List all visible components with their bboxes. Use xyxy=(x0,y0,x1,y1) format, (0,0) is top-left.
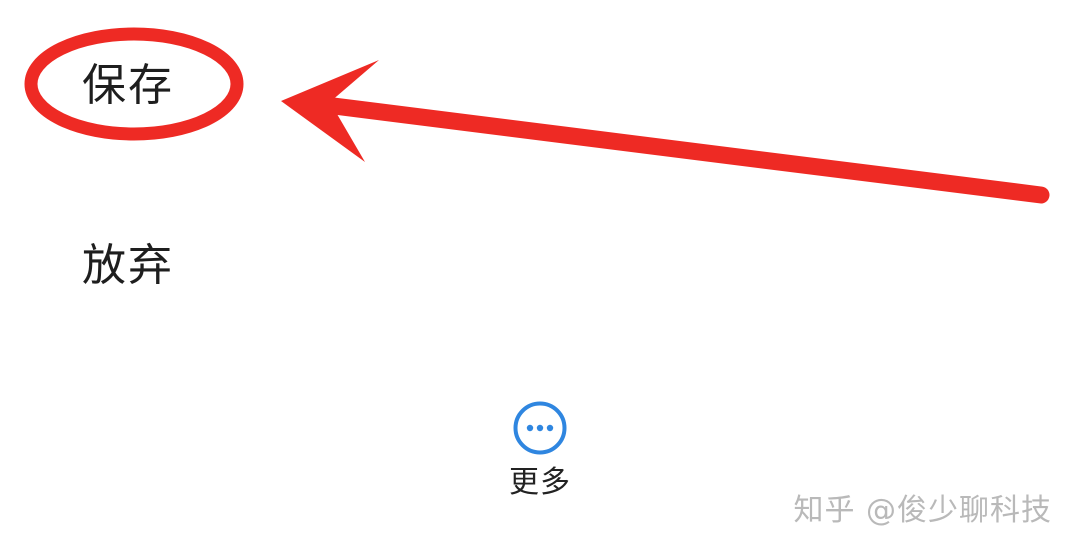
watermark: 知乎 @俊少聊科技 xyxy=(793,493,1052,528)
more-button[interactable]: 更多 xyxy=(490,398,590,510)
screenshot-stage: 保存 放弃 更多 知乎 @俊少聊科技 xyxy=(0,0,1080,557)
more-horizontal-icon xyxy=(513,401,567,455)
save-option[interactable]: 保存 xyxy=(82,64,174,108)
discard-option[interactable]: 放弃 xyxy=(82,244,174,288)
more-label: 更多 xyxy=(509,465,571,500)
annotation-arrow-shaft xyxy=(309,95,1050,204)
annotation-arrowhead xyxy=(281,60,379,162)
